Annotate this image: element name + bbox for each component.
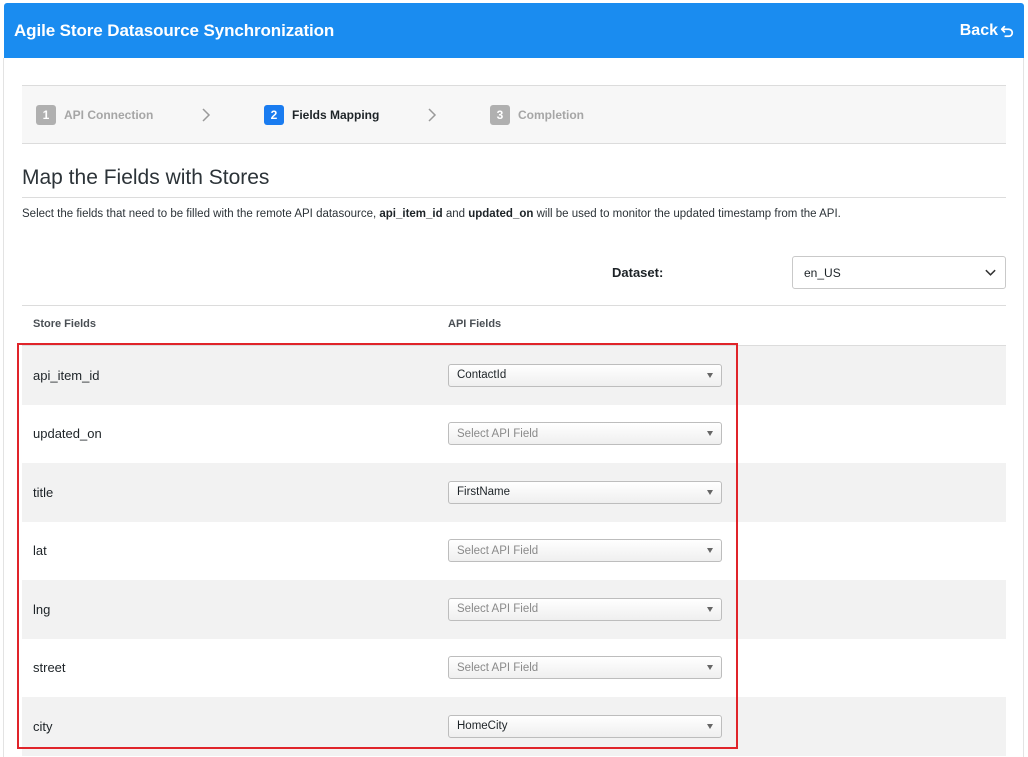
description-text: Select the fields that need to be filled… bbox=[22, 208, 841, 220]
column-header-store-fields: Store Fields bbox=[33, 318, 96, 330]
store-field-name: updated_on bbox=[33, 426, 102, 442]
api-field-value: FirstName bbox=[457, 486, 511, 499]
app-title: Agile Store Datasource Synchronization bbox=[14, 20, 335, 40]
api-field-select[interactable]: Select API Field bbox=[448, 656, 722, 680]
api-field-select[interactable]: Select API Field bbox=[448, 422, 722, 446]
undo-arrow-icon bbox=[1000, 25, 1014, 37]
api-field-select[interactable]: ContactId bbox=[448, 363, 722, 387]
dataset-select[interactable]: en_US bbox=[792, 256, 1006, 289]
caret-down-icon bbox=[707, 372, 713, 378]
back-button[interactable]: Back bbox=[960, 22, 1014, 40]
store-field-name: street bbox=[33, 660, 66, 676]
caret-down-icon bbox=[707, 431, 713, 437]
api-field-value: ContactId bbox=[457, 369, 507, 382]
frame-border-left bbox=[3, 58, 4, 757]
dataset-label: Dataset: bbox=[612, 265, 664, 280]
table-row: lat Select API Field bbox=[22, 522, 1006, 581]
step-label: API Connection bbox=[64, 108, 154, 122]
divider bbox=[22, 305, 1006, 306]
store-field-name: title bbox=[33, 484, 54, 500]
wizard-stepper: 1 API Connection 2 Fields Mapping 3 Comp… bbox=[22, 85, 1006, 144]
api-field-value: Select API Field bbox=[457, 427, 539, 440]
api-field-select[interactable]: Select API Field bbox=[448, 539, 722, 563]
api-field-value: Select API Field bbox=[457, 603, 539, 616]
step-completion[interactable]: 3 Completion bbox=[490, 105, 584, 125]
divider bbox=[22, 197, 1006, 198]
step-api-connection[interactable]: 1 API Connection bbox=[36, 105, 153, 125]
table-row: title FirstName bbox=[22, 463, 1006, 522]
dataset-value: en_US bbox=[804, 265, 841, 280]
page-title: Map the Fields with Stores bbox=[22, 166, 270, 189]
field-mapping-table: api_item_id ContactId updated_on Select API… bbox=[22, 346, 1006, 756]
caret-down-icon bbox=[707, 723, 713, 729]
api-field-select[interactable]: HomeCity bbox=[448, 714, 722, 738]
store-field-name: lng bbox=[33, 601, 51, 617]
api-field-value: HomeCity bbox=[457, 720, 508, 733]
step-label: Completion bbox=[518, 108, 584, 122]
table-row: api_item_id ContactId bbox=[22, 346, 1006, 405]
keyword-api-item-id: api_item_id bbox=[379, 208, 443, 220]
api-field-select[interactable]: Select API Field bbox=[448, 597, 722, 621]
chevron-right-icon bbox=[428, 108, 437, 122]
store-field-name: lat bbox=[33, 543, 47, 559]
back-label: Back bbox=[959, 21, 998, 39]
caret-down-icon bbox=[707, 548, 713, 554]
api-field-select[interactable]: FirstName bbox=[448, 480, 722, 504]
api-field-value: Select API Field bbox=[457, 544, 539, 557]
step-number: 2 bbox=[264, 105, 284, 125]
keyword-updated-on: updated_on bbox=[468, 208, 534, 220]
caret-down-icon bbox=[707, 606, 713, 612]
chevron-right-icon bbox=[202, 108, 211, 122]
frame-border-right bbox=[1023, 58, 1024, 757]
step-fields-mapping[interactable]: 2 Fields Mapping bbox=[264, 105, 379, 125]
chevron-down-icon bbox=[985, 269, 996, 276]
app-header: Agile Store Datasource Synchronization B… bbox=[4, 3, 1024, 58]
table-row: street Select API Field bbox=[22, 639, 1006, 698]
store-field-name: city bbox=[33, 718, 53, 734]
step-label: Fields Mapping bbox=[292, 108, 380, 122]
table-row: updated_on Select API Field bbox=[22, 405, 1006, 464]
store-field-name: api_item_id bbox=[33, 367, 100, 383]
step-number: 3 bbox=[490, 105, 510, 125]
column-header-api-fields: API Fields bbox=[448, 318, 502, 330]
caret-down-icon bbox=[707, 489, 713, 495]
step-number: 1 bbox=[36, 105, 56, 125]
api-field-value: Select API Field bbox=[457, 661, 539, 674]
caret-down-icon bbox=[707, 665, 713, 671]
table-row: lng Select API Field bbox=[22, 580, 1006, 639]
table-row: city HomeCity bbox=[22, 697, 1006, 756]
